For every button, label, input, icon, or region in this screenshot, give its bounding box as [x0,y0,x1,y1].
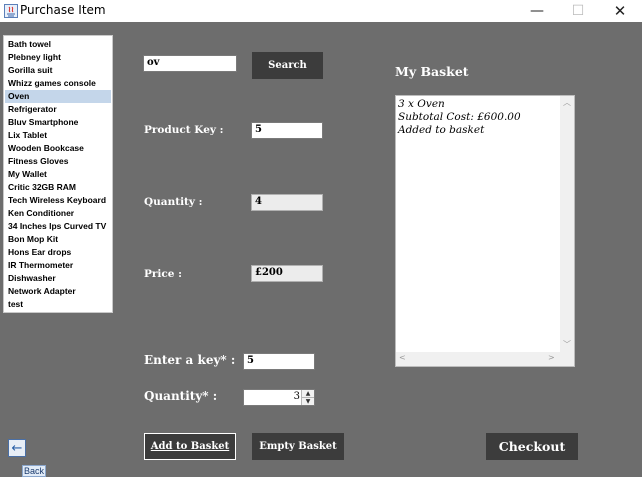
basket-title: My Basket [395,64,469,79]
list-item[interactable]: My Wallet [5,168,111,181]
list-item[interactable]: Fitness Gloves [5,155,111,168]
add-to-basket-label: Add to Basket [150,441,230,452]
back-label[interactable]: Back [22,465,46,477]
checkout-button[interactable]: Checkout [486,433,578,460]
list-item[interactable]: 34 Inches Ips Curved TV [5,220,111,233]
list-item[interactable]: Lix Tablet [5,129,111,142]
scroll-left-icon[interactable]: < [399,353,406,362]
quantity-stepper[interactable]: 3 ▲ ▼ [243,389,315,406]
minimize-button[interactable]: — [519,0,555,22]
stepper-up-icon[interactable]: ▲ [301,390,314,398]
list-item[interactable]: Bon Mop Kit [5,233,111,246]
list-item[interactable]: Refrigerator [5,103,111,116]
scroll-right-icon[interactable]: > [548,353,555,362]
product-list[interactable]: Bath towel Plebney light Gorilla suit Wh… [3,35,113,313]
title-bar: Purchase Item — ☐ ✕ [0,0,642,22]
list-item[interactable]: Plebney light [5,51,111,64]
search-input[interactable]: ov [143,55,237,72]
list-item[interactable]: Whizz games console [5,77,111,90]
list-item[interactable]: Ken Conditioner [5,207,111,220]
quantity-entry-label: Quantity* : [144,389,218,403]
basket-line: 3 x Oven [398,98,445,110]
list-item[interactable]: Network Adapter [5,285,111,298]
scrollbar-corner [560,352,574,366]
list-item[interactable]: Wooden Bookcase [5,142,111,155]
window-title: Purchase Item [20,3,106,17]
basket-text-area[interactable]: 3 x Oven Subtotal Cost: £600.00 Added to… [395,95,575,367]
basket-line: Subtotal Cost: £600.00 [398,111,521,123]
enter-key-label: Enter a key* : [144,353,236,367]
list-item[interactable]: test [5,298,111,311]
scroll-down-icon[interactable]: ﹀ [563,339,571,350]
add-to-basket-button[interactable]: Add to Basket [144,433,236,460]
list-item[interactable]: Tech Wireless Keyboard [5,194,111,207]
empty-basket-button[interactable]: Empty Basket [252,433,344,460]
scroll-up-icon[interactable]: ︿ [563,97,571,108]
list-item[interactable]: Critic 32GB RAM [5,181,111,194]
enter-key-input[interactable]: 5 [243,353,315,370]
quantity-label: Quantity : [144,196,203,208]
close-button[interactable]: ✕ [602,0,638,22]
price-label: Price : [144,268,183,280]
product-key-label: Product Key : [144,124,224,136]
list-item[interactable]: Bath towel [5,38,111,51]
price-readonly-field: £200 [251,265,323,282]
vertical-scrollbar[interactable]: ︿ ﹀ [560,96,574,352]
quantity-stepper-value[interactable]: 3 [294,391,300,402]
product-key-field[interactable]: 5 [251,122,323,139]
list-item[interactable]: Bluv Smartphone [5,116,111,129]
back-arrow-icon[interactable]: ← [8,439,26,457]
search-button[interactable]: Search [252,52,323,79]
maximize-button[interactable]: ☐ [560,0,596,22]
list-item-selected[interactable]: Oven [5,90,111,103]
horizontal-scrollbar[interactable]: < > [396,352,560,366]
list-item[interactable]: Dishwasher [5,272,111,285]
list-item[interactable]: Gorilla suit [5,64,111,77]
list-item[interactable]: IR Thermometer [5,259,111,272]
list-item[interactable]: Hons Ear drops [5,246,111,259]
stepper-down-icon[interactable]: ▼ [301,398,314,405]
basket-line: Added to basket [398,124,485,136]
java-app-icon [4,4,18,18]
quantity-readonly-field: 4 [251,194,323,211]
